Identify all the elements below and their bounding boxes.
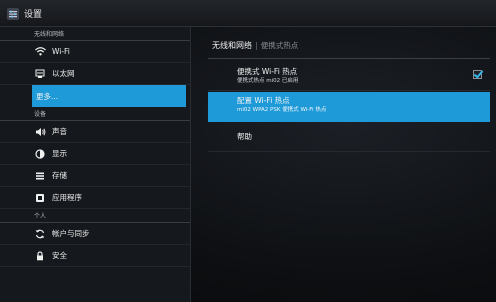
sidebar-item-label: 帐户与同步 [52, 229, 90, 238]
pref-divider [208, 90, 490, 91]
storage-icon [34, 170, 46, 182]
sidebar-item-label: 应用程序 [52, 193, 82, 202]
sidebar-item-sound[interactable]: 声音 [0, 121, 190, 143]
settings-screen: 设置 无线和网络 Wi-Fi 以太网 更多... 设备 声音 显示 存储 应用程… [0, 0, 496, 302]
display-icon [34, 148, 46, 160]
sidebar-item-label: 安全 [52, 251, 67, 260]
section-header-personal: 个人 [0, 209, 190, 223]
settings-detail-pane: 无线和网络 | 便携式热点 便携式 Wi-Fi 热点 便携式热点 mi02 已启… [192, 27, 496, 302]
pane-divider [190, 27, 191, 302]
sidebar-item-apps[interactable]: 应用程序 [0, 187, 190, 209]
pref-title: 帮助 [237, 132, 252, 141]
wifi-icon [34, 46, 46, 58]
settings-sidebar: 无线和网络 Wi-Fi 以太网 更多... 设备 声音 显示 存储 应用程序 个… [0, 27, 190, 302]
pref-title: 配置 Wi-Fi 热点 [237, 96, 290, 105]
breadcrumb: 无线和网络 | 便携式热点 [212, 40, 298, 51]
hotspot-checkbox[interactable] [473, 70, 482, 79]
sidebar-item-label: 声音 [52, 127, 67, 136]
section-header-device: 设备 [0, 107, 190, 121]
sidebar-item-ethernet[interactable]: 以太网 [0, 63, 190, 85]
pref-summary: 便携式热点 mi02 已启用 [237, 78, 299, 84]
pref-title: 便携式 Wi-Fi 热点 [237, 67, 298, 76]
action-bar: 设置 [0, 0, 496, 27]
sidebar-item-wifi[interactable]: Wi-Fi [0, 41, 190, 63]
sidebar-item-label: 以太网 [52, 69, 75, 78]
pref-summary: mi02 WPA2 PSK 便携式 Wi-Fi 热点 [237, 107, 327, 113]
sidebar-item-display[interactable]: 显示 [0, 143, 190, 165]
header-divider [208, 58, 490, 59]
pref-portable-hotspot[interactable]: 便携式 Wi-Fi 热点 便携式热点 mi02 已启用 [208, 64, 490, 89]
sidebar-item-security[interactable]: 安全 [0, 245, 190, 267]
sound-icon [34, 126, 46, 138]
sync-icon [34, 228, 46, 240]
sidebar-item-storage[interactable]: 存储 [0, 165, 190, 187]
sidebar-item-more[interactable]: 更多... [32, 85, 186, 107]
sidebar-item-label: 显示 [52, 149, 67, 158]
app-title: 设置 [24, 9, 43, 20]
apps-icon [34, 192, 46, 204]
section-header-wireless: 无线和网络 [0, 27, 190, 41]
settings-app-icon[interactable] [6, 6, 20, 20]
ethernet-icon [34, 68, 46, 80]
breadcrumb-current: 便携式热点 [260, 41, 299, 50]
lock-icon [34, 250, 46, 262]
breadcrumb-separator: | [255, 41, 258, 50]
pref-configure-hotspot[interactable]: 配置 Wi-Fi 热点 mi02 WPA2 PSK 便携式 Wi-Fi 热点 [208, 92, 490, 122]
sidebar-item-label: 存储 [52, 171, 67, 180]
sidebar-item-accounts-sync[interactable]: 帐户与同步 [0, 223, 190, 245]
pref-divider [208, 151, 490, 152]
sidebar-item-label: Wi-Fi [52, 47, 70, 56]
breadcrumb-parent[interactable]: 无线和网络 [212, 40, 252, 51]
sidebar-item-label: 更多... [36, 91, 59, 101]
pref-help[interactable]: 帮助 [208, 125, 490, 149]
